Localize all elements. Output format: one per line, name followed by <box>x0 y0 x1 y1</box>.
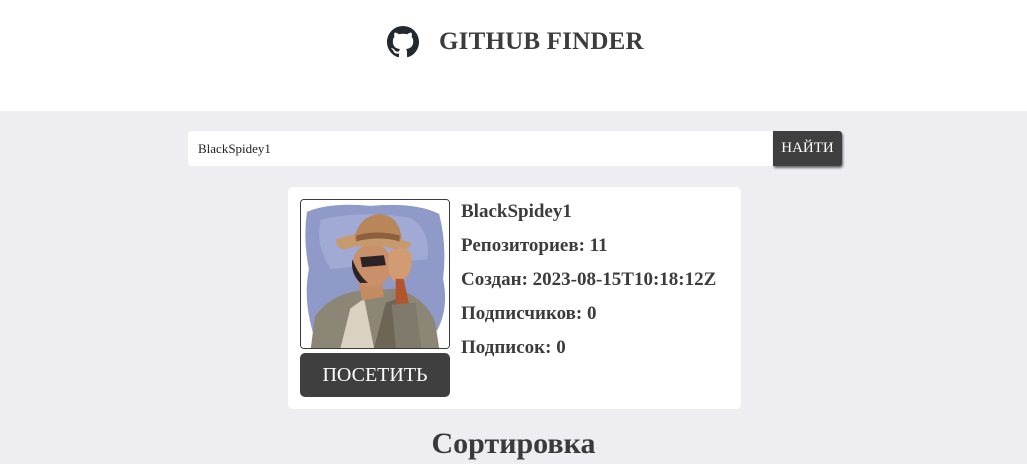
following-count: Подписок: 0 <box>461 337 566 358</box>
sort-heading: Сортировка <box>431 427 596 460</box>
search-button[interactable]: НАЙТИ <box>773 131 842 166</box>
brand: GITHUB FINDER <box>387 25 644 59</box>
user-info: BlackSpidey1 Репозиториев: 11 Создан: 20… <box>461 199 716 369</box>
app-title: GITHUB FINDER <box>439 28 644 55</box>
github-icon <box>387 26 419 58</box>
user-card: ПОСЕТИТЬ BlackSpidey1 Репозиториев: 11 С… <box>288 187 741 409</box>
search-input[interactable] <box>188 131 773 166</box>
visit-profile-button[interactable]: ПОСЕТИТЬ <box>300 353 450 397</box>
created-date: Создан: 2023-08-15T10:18:12Z <box>461 269 717 290</box>
app-header: GITHUB FINDER <box>0 0 1027 111</box>
repos-count: Репозиториев: 11 <box>461 235 608 256</box>
user-login: BlackSpidey1 <box>461 201 572 222</box>
user-avatar-image <box>300 199 450 349</box>
followers-count: Подписчиков: 0 <box>461 303 597 324</box>
